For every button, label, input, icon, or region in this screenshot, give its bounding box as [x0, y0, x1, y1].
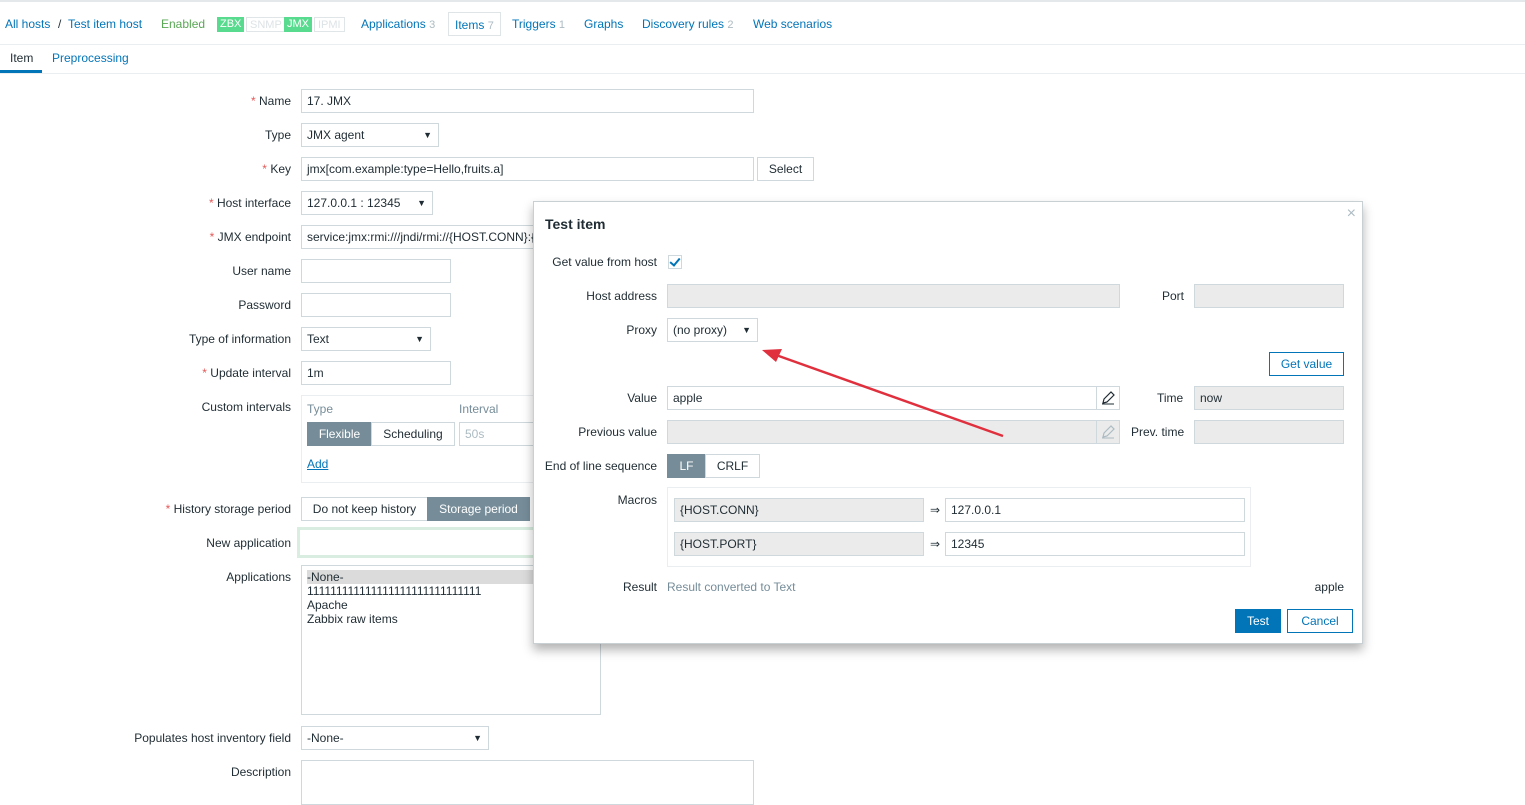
- annotation-arrow-shaft: [775, 353, 1004, 438]
- annotation-arrow: [762, 349, 1004, 438]
- annotation-arrow-head: [762, 349, 782, 362]
